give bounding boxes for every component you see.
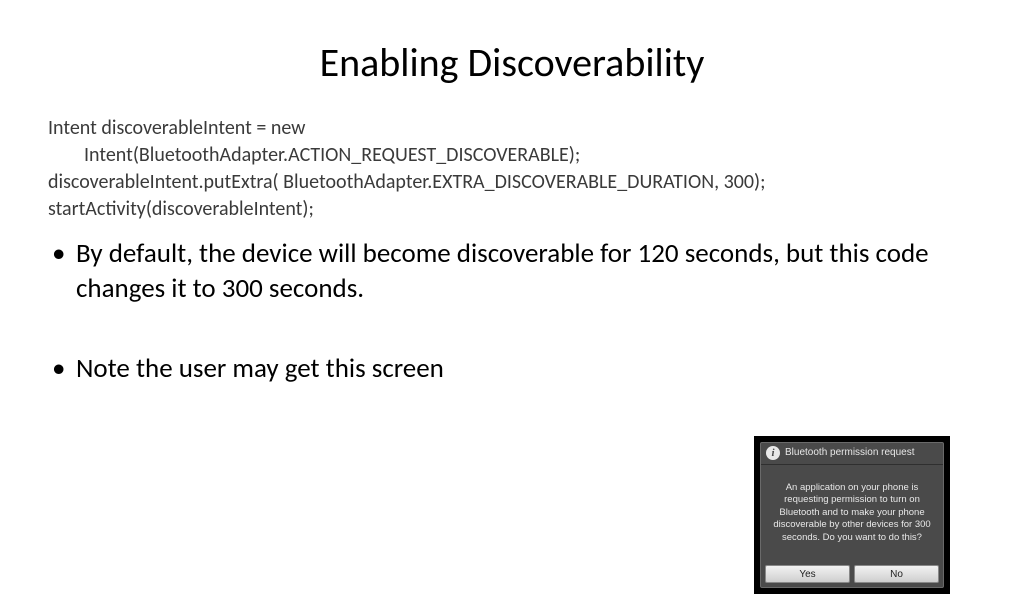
code-line: Intent(BluetoothAdapter.ACTION_REQUEST_D…: [48, 142, 976, 169]
yes-button[interactable]: Yes: [765, 565, 850, 583]
code-line: discoverableIntent.putExtra( BluetoothAd…: [48, 169, 976, 196]
dialog-body: An application on your phone is requesti…: [761, 465, 943, 561]
slide-title: Enabling Discoverability: [48, 38, 976, 87]
code-block: Intent discoverableIntent = new Intent(B…: [48, 115, 976, 223]
dialog-header: i Bluetooth permission request: [761, 443, 943, 465]
dialog-button-row: Yes No: [761, 561, 943, 587]
android-dialog-screenshot: i Bluetooth permission request An applic…: [754, 436, 950, 594]
slide: Enabling Discoverability Intent discover…: [0, 38, 1024, 614]
bullet-item: Note the user may get this screen: [48, 352, 976, 387]
code-line: Intent discoverableIntent = new: [48, 115, 976, 142]
code-line: startActivity(discoverableIntent);: [48, 196, 976, 223]
bullet-item: By default, the device will become disco…: [48, 237, 976, 306]
bullet-text: By default, the device will become disco…: [76, 237, 929, 305]
info-icon: i: [766, 446, 780, 460]
permission-dialog: i Bluetooth permission request An applic…: [760, 442, 944, 588]
bullet-text: Note the user may get this screen: [76, 352, 444, 385]
dialog-title: Bluetooth permission request: [785, 447, 915, 459]
bullet-list: By default, the device will become disco…: [48, 237, 976, 387]
no-button[interactable]: No: [854, 565, 939, 583]
